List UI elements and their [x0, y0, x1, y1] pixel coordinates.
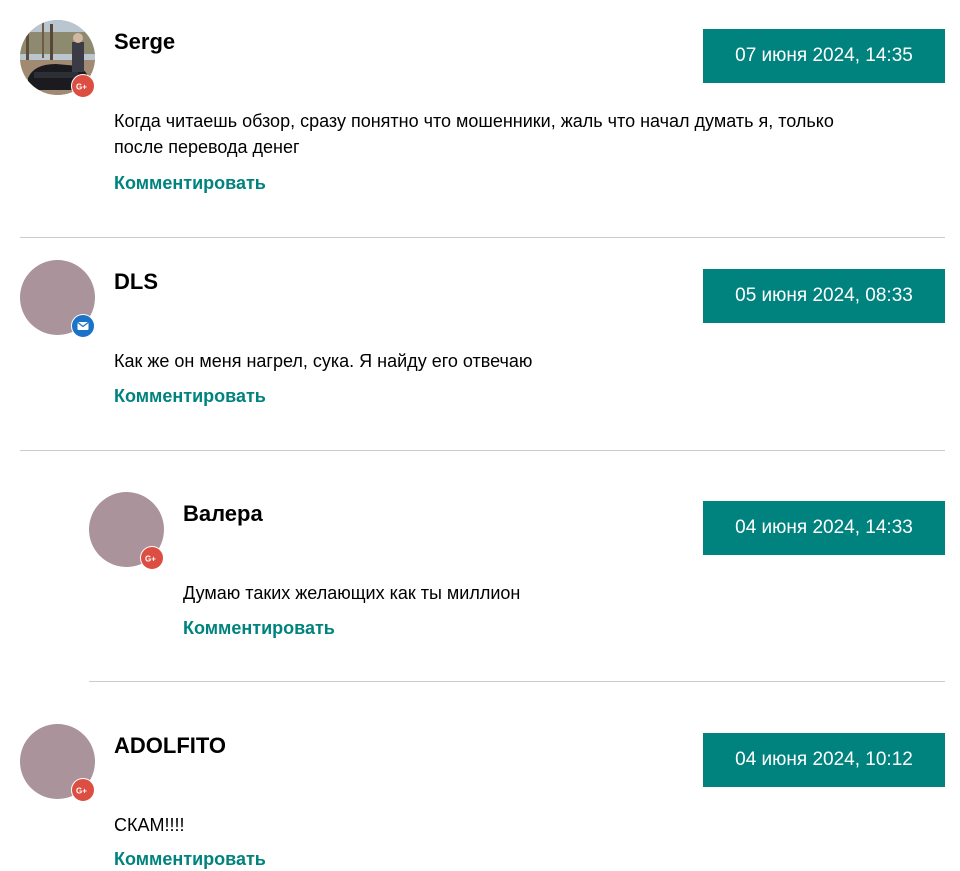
comment-date: 04 июня 2024, 14:33: [703, 501, 945, 555]
comment-reply-link[interactable]: Комментировать: [114, 848, 266, 870]
comment-text: СКАМ!!!!: [114, 815, 185, 835]
comment-author[interactable]: DLS: [114, 269, 158, 295]
mail-icon: [71, 314, 95, 338]
comment-date: 04 июня 2024, 10:12: [703, 733, 945, 787]
comment-item: G+ Serge 07 июня 2024, 14:35 Когда читае…: [20, 20, 945, 200]
comment-text: Как же он меня нагрел, сука. Я найду его…: [114, 351, 533, 371]
comment-text: Когда читаешь обзор, сразу понятно что м…: [114, 111, 834, 157]
comment-text: Думаю таких желающих как ты миллион: [183, 583, 521, 603]
comment-reply-link[interactable]: Комментировать: [183, 617, 335, 639]
avatar: G+: [20, 20, 95, 98]
comment-reply-item: G+ Валера 04 июня 2024, 14:33 Думаю таки…: [89, 492, 945, 652]
comments-list: G+ Serge 07 июня 2024, 14:35 Когда читае…: [0, 0, 960, 871]
comment-item: G+ ADOLFITO 04 июня 2024, 10:12 СКАМ!!!!…: [20, 724, 945, 871]
svg-text:G+: G+: [76, 83, 87, 92]
comment-item: DLS 05 июня 2024, 08:33 Как же он меня н…: [20, 260, 945, 420]
comment-author[interactable]: Serge: [114, 29, 175, 55]
svg-text:G+: G+: [145, 555, 156, 564]
divider: [20, 237, 945, 238]
google-plus-icon: G+: [140, 546, 164, 570]
google-plus-icon: G+: [71, 778, 95, 802]
svg-text:G+: G+: [76, 787, 87, 796]
comment-author[interactable]: ADOLFITO: [114, 733, 226, 759]
comment-author[interactable]: Валера: [183, 501, 263, 527]
comment-reply-link[interactable]: Комментировать: [114, 385, 266, 407]
avatar: G+: [20, 724, 95, 802]
divider: [20, 450, 945, 451]
divider: [89, 681, 945, 682]
avatar: [20, 260, 95, 338]
avatar: G+: [89, 492, 164, 570]
comment-date: 05 июня 2024, 08:33: [703, 269, 945, 323]
google-plus-icon: G+: [71, 74, 95, 98]
comment-reply-link[interactable]: Комментировать: [114, 172, 266, 194]
comment-date: 07 июня 2024, 14:35: [703, 29, 945, 83]
